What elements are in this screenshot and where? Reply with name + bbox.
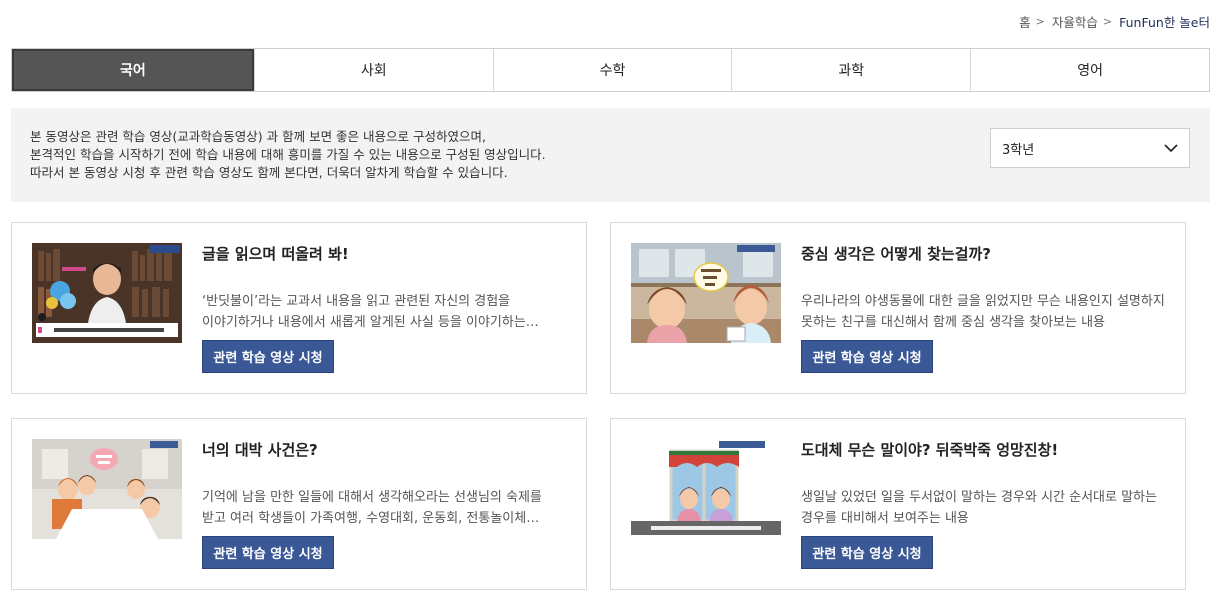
chevron-right-icon: > [1102, 14, 1113, 28]
grade-select[interactable]: 3학년 [990, 128, 1190, 168]
card-description-line: 우리나라의 야생동물에 대한 글을 읽었지만 무슨 내용인지 설명하지 [801, 294, 1165, 309]
card-title: 도대체 무슨 말이야? 뒤죽박죽 엉망진창! [801, 441, 1059, 459]
card-description-line: 받고 여러 학생들이 가족여행, 수영대회, 운동회, 전통놀이체… [202, 511, 540, 526]
tab-social[interactable]: 사회 [253, 49, 493, 91]
watch-related-video-button[interactable]: 관련 학습 영상 시청 [801, 536, 933, 569]
tab-science[interactable]: 과학 [731, 49, 971, 91]
card-description-line: 못하는 친구를 대신해서 함께 중심 생각을 찾아보는 내용 [801, 315, 1106, 330]
card-title: 중심 생각은 어떻게 찾는걸까? [801, 245, 991, 263]
chevron-right-icon: > [1035, 14, 1045, 28]
watch-related-video-button[interactable]: 관련 학습 영상 시청 [202, 536, 334, 569]
video-thumbnail[interactable] [32, 243, 182, 343]
breadcrumb-current: FunFun한 놀e터 [1119, 14, 1210, 30]
breadcrumb-home[interactable]: 홈 [1019, 12, 1031, 31]
video-card: 너의 대박 사건은? 기억에 남을 만한 일들에 대해서 생각해오라는 선생님의… [11, 418, 587, 590]
breadcrumb: 홈 > 자율학습 > FunFun한 놀e터 [1019, 11, 1210, 31]
card-title: 글을 읽으며 떠올려 봐! [202, 245, 349, 263]
info-line: 따라서 본 동영상 시청 후 관련 학습 영상도 함께 본다면, 더욱더 알차게… [30, 165, 508, 180]
card-description-line: 경우를 대비해서 보여주는 내용 [801, 511, 969, 526]
card-description-line: 이야기하거나 내용에서 새롭게 알게된 사실 등을 이야기하는… [202, 315, 539, 330]
info-line: 본격적인 학습을 시작하기 전에 학습 내용에 대해 흥미를 가질 수 있는 내… [30, 147, 546, 162]
info-line: 본 동영상은 관련 학습 영상(교과학습동영상) 과 함께 보면 좋은 내용으로… [30, 129, 486, 144]
watch-related-video-button[interactable]: 관련 학습 영상 시청 [202, 340, 334, 373]
tab-math[interactable]: 수학 [492, 49, 732, 91]
chevron-down-icon [1164, 144, 1178, 153]
video-card: 중심 생각은 어떻게 찾는걸까? 우리나라의 야생동물에 대한 글을 읽었지만 … [610, 222, 1186, 394]
info-description: 본 동영상은 관련 학습 영상(교과학습동영상) 과 함께 보면 좋은 내용으로… [30, 128, 546, 182]
card-description: 생일날 있었던 일을 두서없이 말하는 경우와 시간 순서대로 말하는 경우를 … [801, 487, 1171, 529]
card-description-line: 생일날 있었던 일을 두서없이 말하는 경우와 시간 순서대로 말하는 [801, 490, 1157, 505]
info-box: 본 동영상은 관련 학습 영상(교과학습동영상) 과 함께 보면 좋은 내용으로… [11, 108, 1210, 202]
video-card: 도대체 무슨 말이야? 뒤죽박죽 엉망진창! 생일날 있었던 일을 두서없이 말… [610, 418, 1186, 590]
subject-tabs: 국어 사회 수학 과학 영어 [11, 48, 1210, 92]
tab-english[interactable]: 영어 [970, 49, 1209, 91]
video-thumbnail[interactable] [631, 439, 781, 539]
video-thumbnail[interactable] [32, 439, 182, 539]
grade-select-value: 3학년 [1002, 142, 1035, 158]
card-description-line: 기억에 남을 만한 일들에 대해서 생각해오라는 선생님의 숙제를 [202, 490, 542, 505]
card-description: 우리나라의 야생동물에 대한 글을 읽었지만 무슨 내용인지 설명하지 못하는 … [801, 291, 1171, 333]
video-thumbnail[interactable] [631, 243, 781, 343]
video-card: 글을 읽으며 떠올려 봐! ‘반딧불이’라는 교과서 내용을 읽고 관련된 자신… [11, 222, 587, 394]
card-description-line: ‘반딧불이’라는 교과서 내용을 읽고 관련된 자신의 경험을 [202, 294, 511, 309]
card-title: 너의 대박 사건은? [202, 441, 318, 459]
card-description: 기억에 남을 만한 일들에 대해서 생각해오라는 선생님의 숙제를 받고 여러 … [202, 487, 572, 529]
tab-korean[interactable]: 국어 [12, 49, 254, 91]
watch-related-video-button[interactable]: 관련 학습 영상 시청 [801, 340, 933, 373]
breadcrumb-self-study[interactable]: 자율학습 [1052, 12, 1098, 31]
card-description: ‘반딧불이’라는 교과서 내용을 읽고 관련된 자신의 경험을 이야기하거나 내… [202, 291, 572, 333]
